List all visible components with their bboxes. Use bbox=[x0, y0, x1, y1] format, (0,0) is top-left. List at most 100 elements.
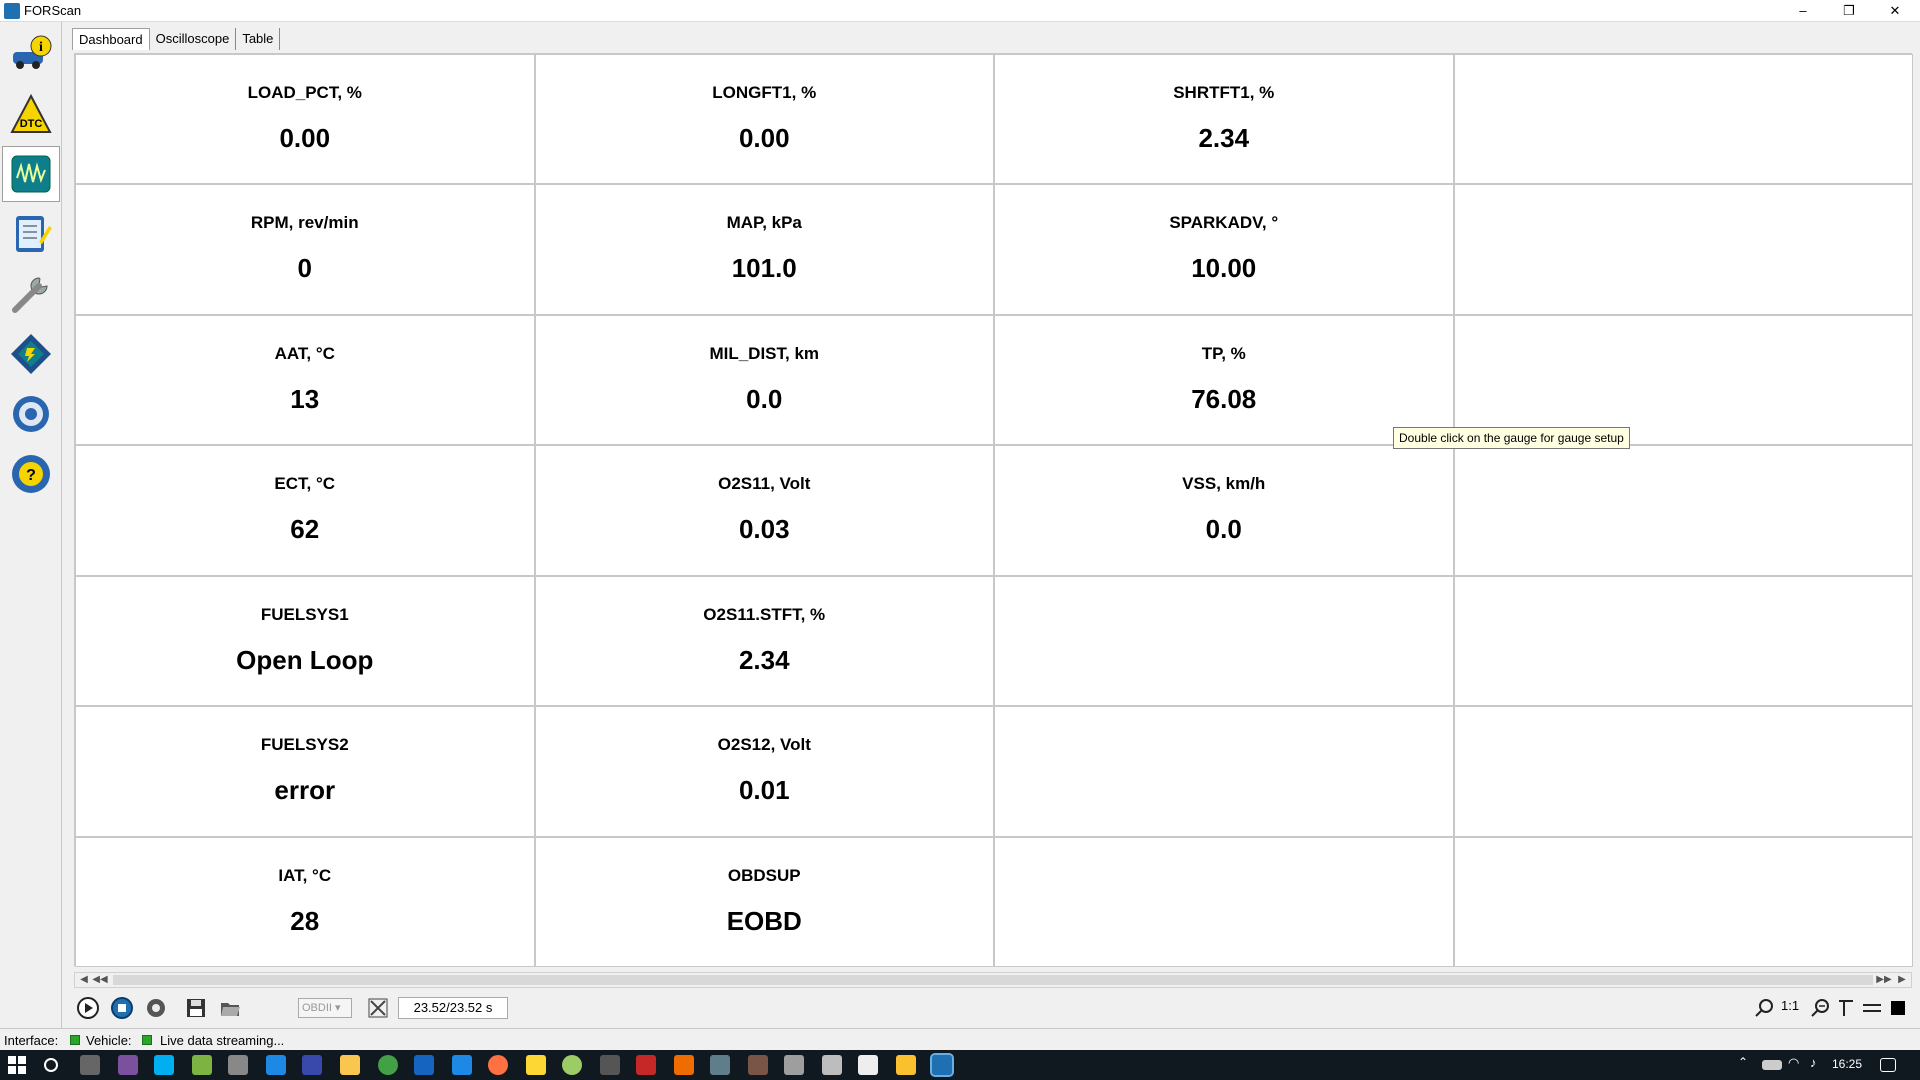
tab-dashboard[interactable]: Dashboard bbox=[72, 28, 150, 50]
sidebar-item-settings[interactable] bbox=[2, 386, 60, 442]
zoom-in-button[interactable] bbox=[1806, 994, 1834, 1022]
editor-app-icon[interactable] bbox=[674, 1055, 694, 1075]
tab-oscilloscope[interactable]: Oscilloscope bbox=[150, 28, 237, 50]
edge-icon[interactable] bbox=[414, 1055, 434, 1075]
file-explorer-icon[interactable] bbox=[340, 1055, 360, 1075]
save-button[interactable] bbox=[182, 994, 210, 1022]
bottom-toolbar: OBDII ▾ 23.52/23.52 s 1:1 bbox=[74, 994, 1912, 1024]
gauge-cell[interactable]: IAT, °C 28 bbox=[75, 836, 535, 967]
gauge-cell[interactable]: TP, % 76.08 bbox=[994, 314, 1454, 446]
minimize-button[interactable]: – bbox=[1780, 0, 1826, 22]
empty-gauge-cell[interactable] bbox=[1453, 184, 1913, 315]
gauge-cell[interactable]: FUELSYS1 Open Loop bbox=[75, 575, 535, 707]
task-view-icon[interactable] bbox=[80, 1055, 100, 1075]
gauge-cell[interactable]: MAP, kPa 101.0 bbox=[534, 184, 994, 315]
gauge-label: LONGFT1, % bbox=[712, 83, 817, 102]
gauge-cell[interactable]: LOAD_PCT, % 0.00 bbox=[75, 54, 535, 185]
sidebar-item-help[interactable]: ? bbox=[2, 446, 60, 502]
gauge-cell[interactable]: LONGFT1, % 0.00 bbox=[534, 54, 994, 185]
remote-desktop-icon[interactable] bbox=[266, 1055, 286, 1075]
colorful-app-icon[interactable] bbox=[896, 1055, 916, 1075]
zoom-out-button[interactable] bbox=[1750, 994, 1778, 1022]
oscilloscope-icon bbox=[11, 155, 51, 193]
play-button[interactable] bbox=[74, 994, 102, 1022]
open-button[interactable] bbox=[216, 994, 244, 1022]
internet-explorer-icon[interactable] bbox=[452, 1055, 472, 1075]
scroll-right-icon[interactable]: ▶ bbox=[1893, 973, 1911, 987]
gauge-cell[interactable]: O2S12, Volt 0.01 bbox=[534, 706, 994, 837]
scroll-thumb[interactable] bbox=[113, 975, 1873, 985]
chrome-icon[interactable] bbox=[562, 1055, 582, 1075]
gauge-cell[interactable]: OBDSUP EOBD bbox=[534, 836, 994, 967]
mail-icon[interactable] bbox=[858, 1055, 878, 1075]
save-app-icon[interactable] bbox=[302, 1055, 322, 1075]
zoom-ratio[interactable]: 1:1 bbox=[1781, 998, 1799, 1013]
media-app-icon[interactable] bbox=[748, 1055, 768, 1075]
config-button[interactable] bbox=[142, 994, 170, 1022]
gauge-cell[interactable]: FUELSYS2 error bbox=[75, 706, 535, 837]
gauge-value: 101.0 bbox=[731, 253, 797, 284]
windows-start-icon[interactable] bbox=[8, 1056, 26, 1074]
gauge-cell[interactable]: RPM, rev/min 0 bbox=[75, 184, 535, 315]
browser-green-icon[interactable] bbox=[378, 1055, 398, 1075]
clock[interactable]: 16:25 bbox=[1832, 1057, 1862, 1071]
chat-app-icon[interactable] bbox=[192, 1055, 212, 1075]
gauge-cell[interactable]: O2S11, Volt 0.03 bbox=[534, 445, 994, 576]
sidebar-item-service-tests[interactable] bbox=[2, 206, 60, 262]
stop-button[interactable] bbox=[108, 994, 136, 1022]
scroll-last-icon[interactable]: ▶▶ bbox=[1875, 973, 1893, 987]
gauge-cell[interactable]: SHRTFT1, % 2.34 bbox=[994, 54, 1454, 185]
dtc-warning-icon: DTC bbox=[10, 93, 52, 133]
usb-tool-icon[interactable] bbox=[600, 1055, 620, 1075]
tools-app-icon[interactable] bbox=[710, 1055, 730, 1075]
gauge-cell[interactable]: MIL_DIST, km 0.0 bbox=[534, 314, 994, 446]
sidebar-item-oscilloscope[interactable] bbox=[2, 146, 60, 202]
clear-grid-icon bbox=[368, 998, 388, 1018]
sidebar-item-vehicle-info[interactable]: i bbox=[2, 26, 60, 82]
empty-gauge-cell[interactable] bbox=[1453, 54, 1913, 185]
notifications-icon[interactable] bbox=[1880, 1058, 1896, 1072]
gauge-cell[interactable]: VSS, km/h 0.0 bbox=[994, 445, 1454, 576]
empty-gauge-cell[interactable] bbox=[1453, 836, 1913, 967]
empty-gauge-cell[interactable] bbox=[1453, 706, 1913, 837]
search-icon[interactable] bbox=[44, 1058, 58, 1072]
empty-gauge-cell[interactable] bbox=[994, 836, 1454, 967]
forscan-taskbar-icon[interactable] bbox=[930, 1053, 954, 1077]
empty-gauge-cell[interactable] bbox=[994, 575, 1454, 707]
red-app-icon[interactable] bbox=[636, 1055, 656, 1075]
scroll-first-icon[interactable]: ◀◀ bbox=[91, 973, 109, 987]
gauge-cell[interactable]: AAT, °C 13 bbox=[75, 314, 535, 446]
protocol-select[interactable]: OBDII ▾ bbox=[298, 998, 352, 1018]
gauge-cell[interactable]: O2S11.STFT, % 2.34 bbox=[534, 575, 994, 707]
cursor-button[interactable] bbox=[1832, 994, 1860, 1022]
horizontal-scrollbar[interactable]: ◀ ◀◀ ▶▶ ▶ bbox=[74, 972, 1912, 988]
empty-gauge-cell[interactable] bbox=[994, 706, 1454, 837]
sidebar-item-dtc[interactable]: DTC bbox=[2, 86, 60, 142]
close-button[interactable]: ✕ bbox=[1872, 0, 1918, 22]
volume-icon[interactable]: ♪ bbox=[1810, 1055, 1830, 1075]
sidebar-item-service-functions[interactable] bbox=[2, 266, 60, 322]
gauge-cell[interactable]: ECT, °C 62 bbox=[75, 445, 535, 576]
wifi-icon[interactable]: ◠ bbox=[1788, 1055, 1808, 1075]
layout-lines-button[interactable] bbox=[1858, 994, 1886, 1022]
firefox-icon[interactable] bbox=[488, 1055, 508, 1075]
empty-gauge-cell[interactable] bbox=[1453, 445, 1913, 576]
clear-button[interactable] bbox=[364, 994, 392, 1022]
sidebar-item-module-programming[interactable] bbox=[2, 326, 60, 382]
skype-icon[interactable] bbox=[154, 1055, 174, 1075]
fullscreen-button[interactable] bbox=[1884, 994, 1912, 1022]
empty-gauge-cell[interactable] bbox=[1453, 575, 1913, 707]
chevron-up-icon[interactable]: ⌃ bbox=[1738, 1055, 1758, 1075]
empty-gauge-cell[interactable] bbox=[1453, 314, 1913, 446]
maximize-button[interactable]: ❐ bbox=[1826, 0, 1872, 22]
calculator-icon[interactable] bbox=[822, 1055, 842, 1075]
gauge-value: 0.03 bbox=[738, 514, 790, 545]
tab-table[interactable]: Table bbox=[236, 28, 281, 50]
gauge-cell[interactable]: SPARKADV, ° 10.00 bbox=[994, 184, 1454, 315]
calendar-app-icon[interactable] bbox=[784, 1055, 804, 1075]
viber-icon[interactable] bbox=[118, 1055, 138, 1075]
sticky-notes-icon[interactable] bbox=[526, 1055, 546, 1075]
svg-text:DTC: DTC bbox=[20, 118, 43, 130]
battery-icon[interactable] bbox=[1762, 1060, 1782, 1070]
network-app-icon[interactable] bbox=[228, 1055, 248, 1075]
